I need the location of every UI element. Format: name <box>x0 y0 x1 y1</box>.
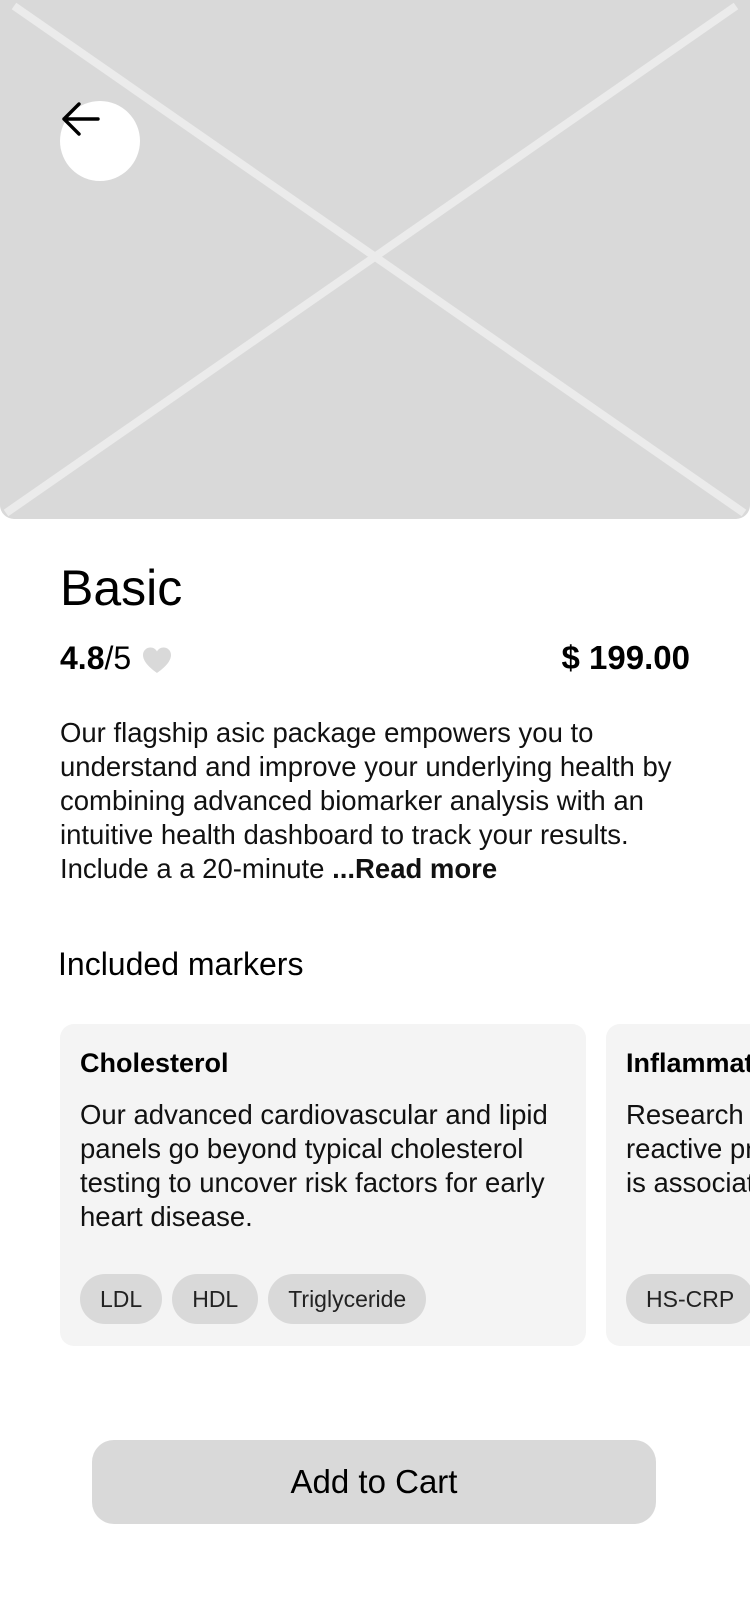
marker-card-text: Research shows high-sensitivity C-reacti… <box>626 1099 750 1198</box>
placeholder-image-icon <box>3 2 747 517</box>
back-button[interactable] <box>60 101 140 181</box>
marker-tag: Triglyceride <box>268 1274 427 1324</box>
arrow-left-icon <box>62 102 100 136</box>
rating: 4.8 /5 <box>60 636 173 680</box>
marker-card-inflammation[interactable]: Inflammation Research shows high-sensiti… <box>606 1024 750 1346</box>
marker-tags: HS-CRP <box>626 1274 750 1324</box>
rating-value: 4.8 <box>60 639 105 676</box>
marker-tag: LDL <box>80 1274 163 1324</box>
marker-card-text: Our advanced cardiovascular and lipid pa… <box>80 1099 548 1232</box>
marker-tags: LDL HDL Triglyceride <box>80 1274 427 1324</box>
marker-tag: HS-CRP <box>626 1274 750 1324</box>
heart-icon[interactable] <box>141 646 173 674</box>
product-title: Basic <box>60 560 183 616</box>
markers-carousel[interactable]: Cholesterol Our advanced cardiovascular … <box>60 1024 750 1346</box>
price: $ 199.00 <box>561 639 690 676</box>
marker-card-cholesterol[interactable]: Cholesterol Our advanced cardiovascular … <box>60 1024 586 1346</box>
marker-card-title: Inflammation <box>626 1048 750 1078</box>
hero-image-placeholder <box>0 0 750 519</box>
rating-max: /5 <box>104 639 132 676</box>
marker-card-title: Cholesterol <box>80 1048 229 1078</box>
add-to-cart-button[interactable]: Add to Cart <box>92 1440 656 1524</box>
read-more-link[interactable]: ...Read more <box>332 853 497 884</box>
section-title-included-markers: Included markers <box>58 946 304 982</box>
marker-tag: HDL <box>172 1274 259 1324</box>
product-description: Our flagship asic package empowers you t… <box>60 716 700 886</box>
